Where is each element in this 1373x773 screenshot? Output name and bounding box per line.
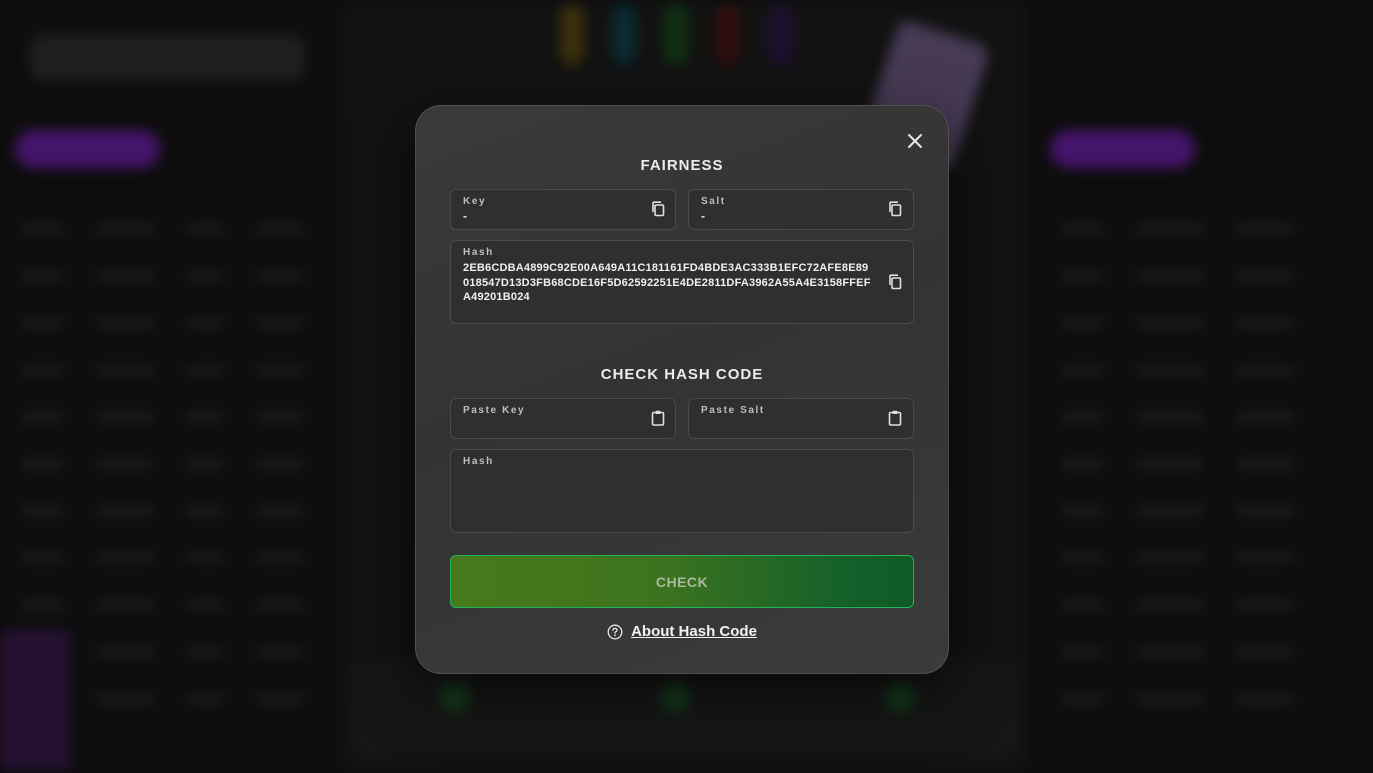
hash-value: 2EB6CDBA4899C92E00A649A11C181161FD4BDE3A… (463, 262, 871, 303)
help-circle-icon (607, 624, 623, 639)
hash-field[interactable]: Hash 2EB6CDBA4899C92E00A649A11C181161FD4… (450, 240, 914, 324)
salt-label: Salt (701, 196, 726, 207)
salt-field[interactable]: Salt - (688, 189, 914, 230)
key-field[interactable]: Key - (450, 189, 676, 230)
hash-label: Hash (463, 247, 494, 258)
key-value: - (463, 209, 467, 223)
copy-icon (652, 201, 665, 217)
key-label: Key (463, 196, 487, 207)
paste-key-button[interactable] (650, 410, 666, 426)
check-button[interactable]: CHECK (450, 555, 914, 608)
close-button[interactable] (903, 129, 927, 153)
hash-input-label: Hash (463, 456, 494, 467)
paste-salt-input[interactable]: Paste Salt (688, 398, 914, 439)
about-hash-code-link[interactable]: About Hash Code (631, 623, 757, 640)
close-icon (908, 134, 922, 148)
fairness-modal: FAIRNESS Key - Salt - Hash 2EB6CDBA4899C… (415, 105, 949, 674)
copy-icon (889, 201, 902, 217)
check-hash-title: CHECK HASH CODE (600, 366, 764, 383)
paste-key-input[interactable]: Paste Key (450, 398, 676, 439)
paste-key-label: Paste Key (463, 405, 526, 416)
paste-salt-button[interactable] (887, 410, 903, 426)
hash-input[interactable]: Hash (450, 449, 914, 533)
copy-icon (889, 274, 902, 290)
copy-key-button[interactable] (650, 201, 666, 217)
about-hash-code: About Hash Code (416, 623, 948, 640)
copy-salt-button[interactable] (887, 201, 903, 217)
paste-icon (888, 410, 902, 426)
paste-salt-label: Paste Salt (701, 405, 765, 416)
fairness-title: FAIRNESS (640, 157, 724, 174)
copy-hash-button[interactable] (887, 274, 903, 290)
salt-value: - (701, 209, 705, 223)
paste-icon (651, 410, 665, 426)
